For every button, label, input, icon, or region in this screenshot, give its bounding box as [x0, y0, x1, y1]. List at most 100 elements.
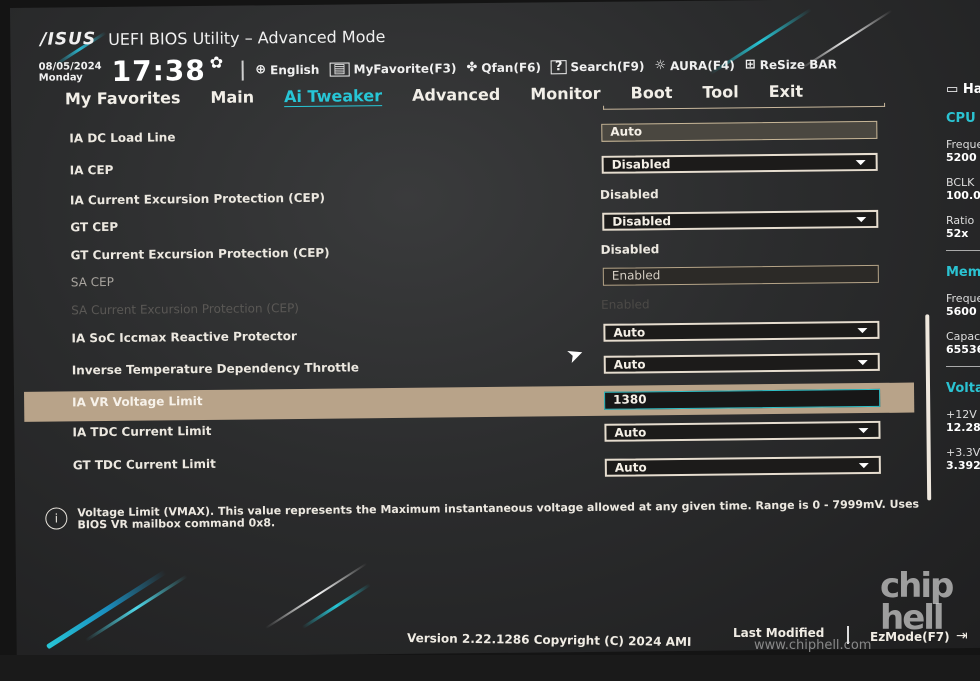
myfavorite-label: MyFavorite(F3) [353, 60, 457, 76]
divider [946, 366, 980, 367]
setting-label: IA CEP [69, 162, 114, 178]
setting-label: GT CEP [70, 219, 119, 235]
setting-value: Enabled [601, 297, 650, 312]
decor-streak [45, 569, 167, 650]
setting-label: GT TDC Current Limit [72, 456, 216, 473]
qfan-label: Qfan(F6) [481, 59, 542, 75]
mem-cap-value: 65536 MB [946, 343, 980, 356]
info-icon: i [45, 507, 68, 530]
decor-streak [84, 574, 188, 642]
aura-label: AURA(F4) [670, 57, 735, 73]
resize-bar-button[interactable]: ⊞ ReSize BAR [745, 56, 837, 72]
globe-icon: ⊕ [255, 62, 267, 78]
caret-down-icon [857, 360, 868, 366]
setting-label: IA Current Excursion Protection (CEP) [69, 190, 326, 208]
search-button[interactable]: ? Search(F9) [550, 58, 645, 74]
language-button[interactable]: ⊕ English [255, 62, 320, 78]
tab-advanced[interactable]: Advanced [412, 85, 500, 105]
watermark-logo: chip hell [880, 566, 954, 638]
inverse-temp-throttle-dropdown[interactable]: Auto [603, 352, 880, 374]
ia-tdc-current-limit-dropdown[interactable]: Auto [604, 420, 881, 442]
gear-icon[interactable]: ✿ [210, 53, 224, 72]
v12-value: 12.288 V [946, 421, 980, 434]
cpu-section-title: CPU [946, 111, 976, 126]
previous-item-edge [603, 102, 886, 110]
decor-streak [301, 583, 371, 629]
hw-monitor-title: ▭ Hardware Monitor [946, 82, 980, 97]
tab-tool[interactable]: Tool [702, 82, 738, 101]
monitor-bezel [0, 655, 980, 681]
setting-label: GT Current Excursion Protection (CEP) [70, 245, 330, 263]
caret-down-icon [858, 463, 869, 469]
v33-value: 3.392 V [946, 459, 980, 472]
bclk-label: BCLK [946, 176, 975, 189]
divider [241, 60, 244, 81]
monitor-icon: ▭ [946, 82, 959, 97]
gt-tdc-current-limit-dropdown[interactable]: Auto [604, 455, 881, 477]
setting-value: Auto [614, 460, 647, 475]
search-label: Search(F9) [570, 58, 645, 74]
header-title-bar: /ISUS UEFI BIOS Utility – Advanced Mode [40, 26, 385, 50]
setting-value: Enabled [611, 268, 661, 283]
setting-label: SA CEP [70, 274, 115, 290]
setting-value: Auto [613, 357, 646, 372]
tab-boot[interactable]: Boot [631, 83, 673, 102]
resize-bar-icon: ⊞ [744, 57, 756, 73]
caret-down-icon [855, 160, 866, 166]
ia-soc-iccmax-dropdown[interactable]: Auto [603, 320, 880, 342]
setting-value: 1380 [613, 392, 647, 407]
search-help-icon: ? [550, 59, 567, 74]
tab-my-favorites[interactable]: My Favorites [65, 88, 181, 108]
date-block: 08/05/2024 Monday [39, 61, 102, 84]
ratio-label: Ratio [946, 214, 975, 227]
setting-label: IA DC Load Line [69, 130, 176, 146]
clock: 17:38 [111, 53, 206, 88]
setting-label: IA VR Voltage Limit [72, 394, 203, 410]
mem-freq-label: Frequency [946, 292, 980, 305]
hw-monitor-label: Hardware Monitor [962, 82, 980, 97]
tab-exit[interactable]: Exit [769, 82, 804, 101]
exit-arrow-icon[interactable]: ⇥ [956, 628, 968, 644]
settings-scrollbar[interactable] [925, 314, 932, 501]
language-label: English [270, 62, 320, 77]
aura-light-icon: ☼ [654, 58, 667, 74]
ia-vr-voltage-limit-input[interactable]: 1380 [604, 388, 881, 410]
setting-label: SA Current Excursion Protection (CEP) [71, 300, 300, 318]
app-title: UEFI BIOS Utility – Advanced Mode [108, 26, 386, 49]
help-panel: i Voltage Limit (VMAX). This value repre… [45, 498, 925, 531]
myfavorite-button[interactable]: ▤ MyFavorite(F3) [329, 60, 457, 77]
gt-cep-dropdown[interactable]: Disabled [602, 209, 879, 231]
mem-freq-value: 5600 MHz [946, 305, 980, 318]
tab-monitor[interactable]: Monitor [530, 84, 601, 104]
setting-value: Disabled [612, 214, 672, 229]
caret-down-icon [857, 328, 868, 334]
setting-label: IA TDC Current Limit [72, 423, 212, 440]
resize-bar-label: ReSize BAR [759, 56, 837, 72]
v33-label: +3.3V [946, 446, 980, 459]
tab-main[interactable]: Main [210, 87, 254, 106]
aura-button[interactable]: ☼ AURA(F4) [654, 57, 735, 73]
memory-section-title: Memory [946, 265, 980, 280]
qfan-button[interactable]: ✤ Qfan(F6) [466, 59, 541, 75]
ia-dc-load-line-field[interactable]: Auto [601, 120, 878, 142]
voltage-section-title: Voltage [946, 381, 980, 396]
weekday: Monday [38, 71, 83, 84]
setting-value: Disabled [611, 157, 671, 172]
setting-value: Disabled [599, 187, 659, 202]
setting-value: Disabled [600, 242, 660, 257]
bios-screen: /ISUS UEFI BIOS Utility – Advanced Mode … [10, 0, 980, 658]
settings-list: IA DC Load Line Auto IA CEP Disabled IA … [21, 119, 915, 488]
sa-cep-field: Enabled [602, 264, 879, 286]
setting-label: Inverse Temperature Dependency Throttle [71, 360, 360, 378]
watermark-url: www.chiphell.com [754, 638, 872, 653]
ratio-value: 52x [946, 227, 969, 240]
setting-value: Auto [614, 425, 647, 440]
asus-logo: /ISUS [40, 29, 97, 50]
favorite-icon: ▤ [329, 61, 350, 77]
tab-ai-tweaker[interactable]: Ai Tweaker [284, 86, 382, 106]
ia-cep-dropdown[interactable]: Disabled [601, 152, 878, 174]
date: 08/05/2024 [38, 60, 102, 73]
v12-label: +12V [946, 408, 977, 421]
divider [946, 250, 980, 251]
cpu-freq-label: Frequency [946, 138, 980, 151]
